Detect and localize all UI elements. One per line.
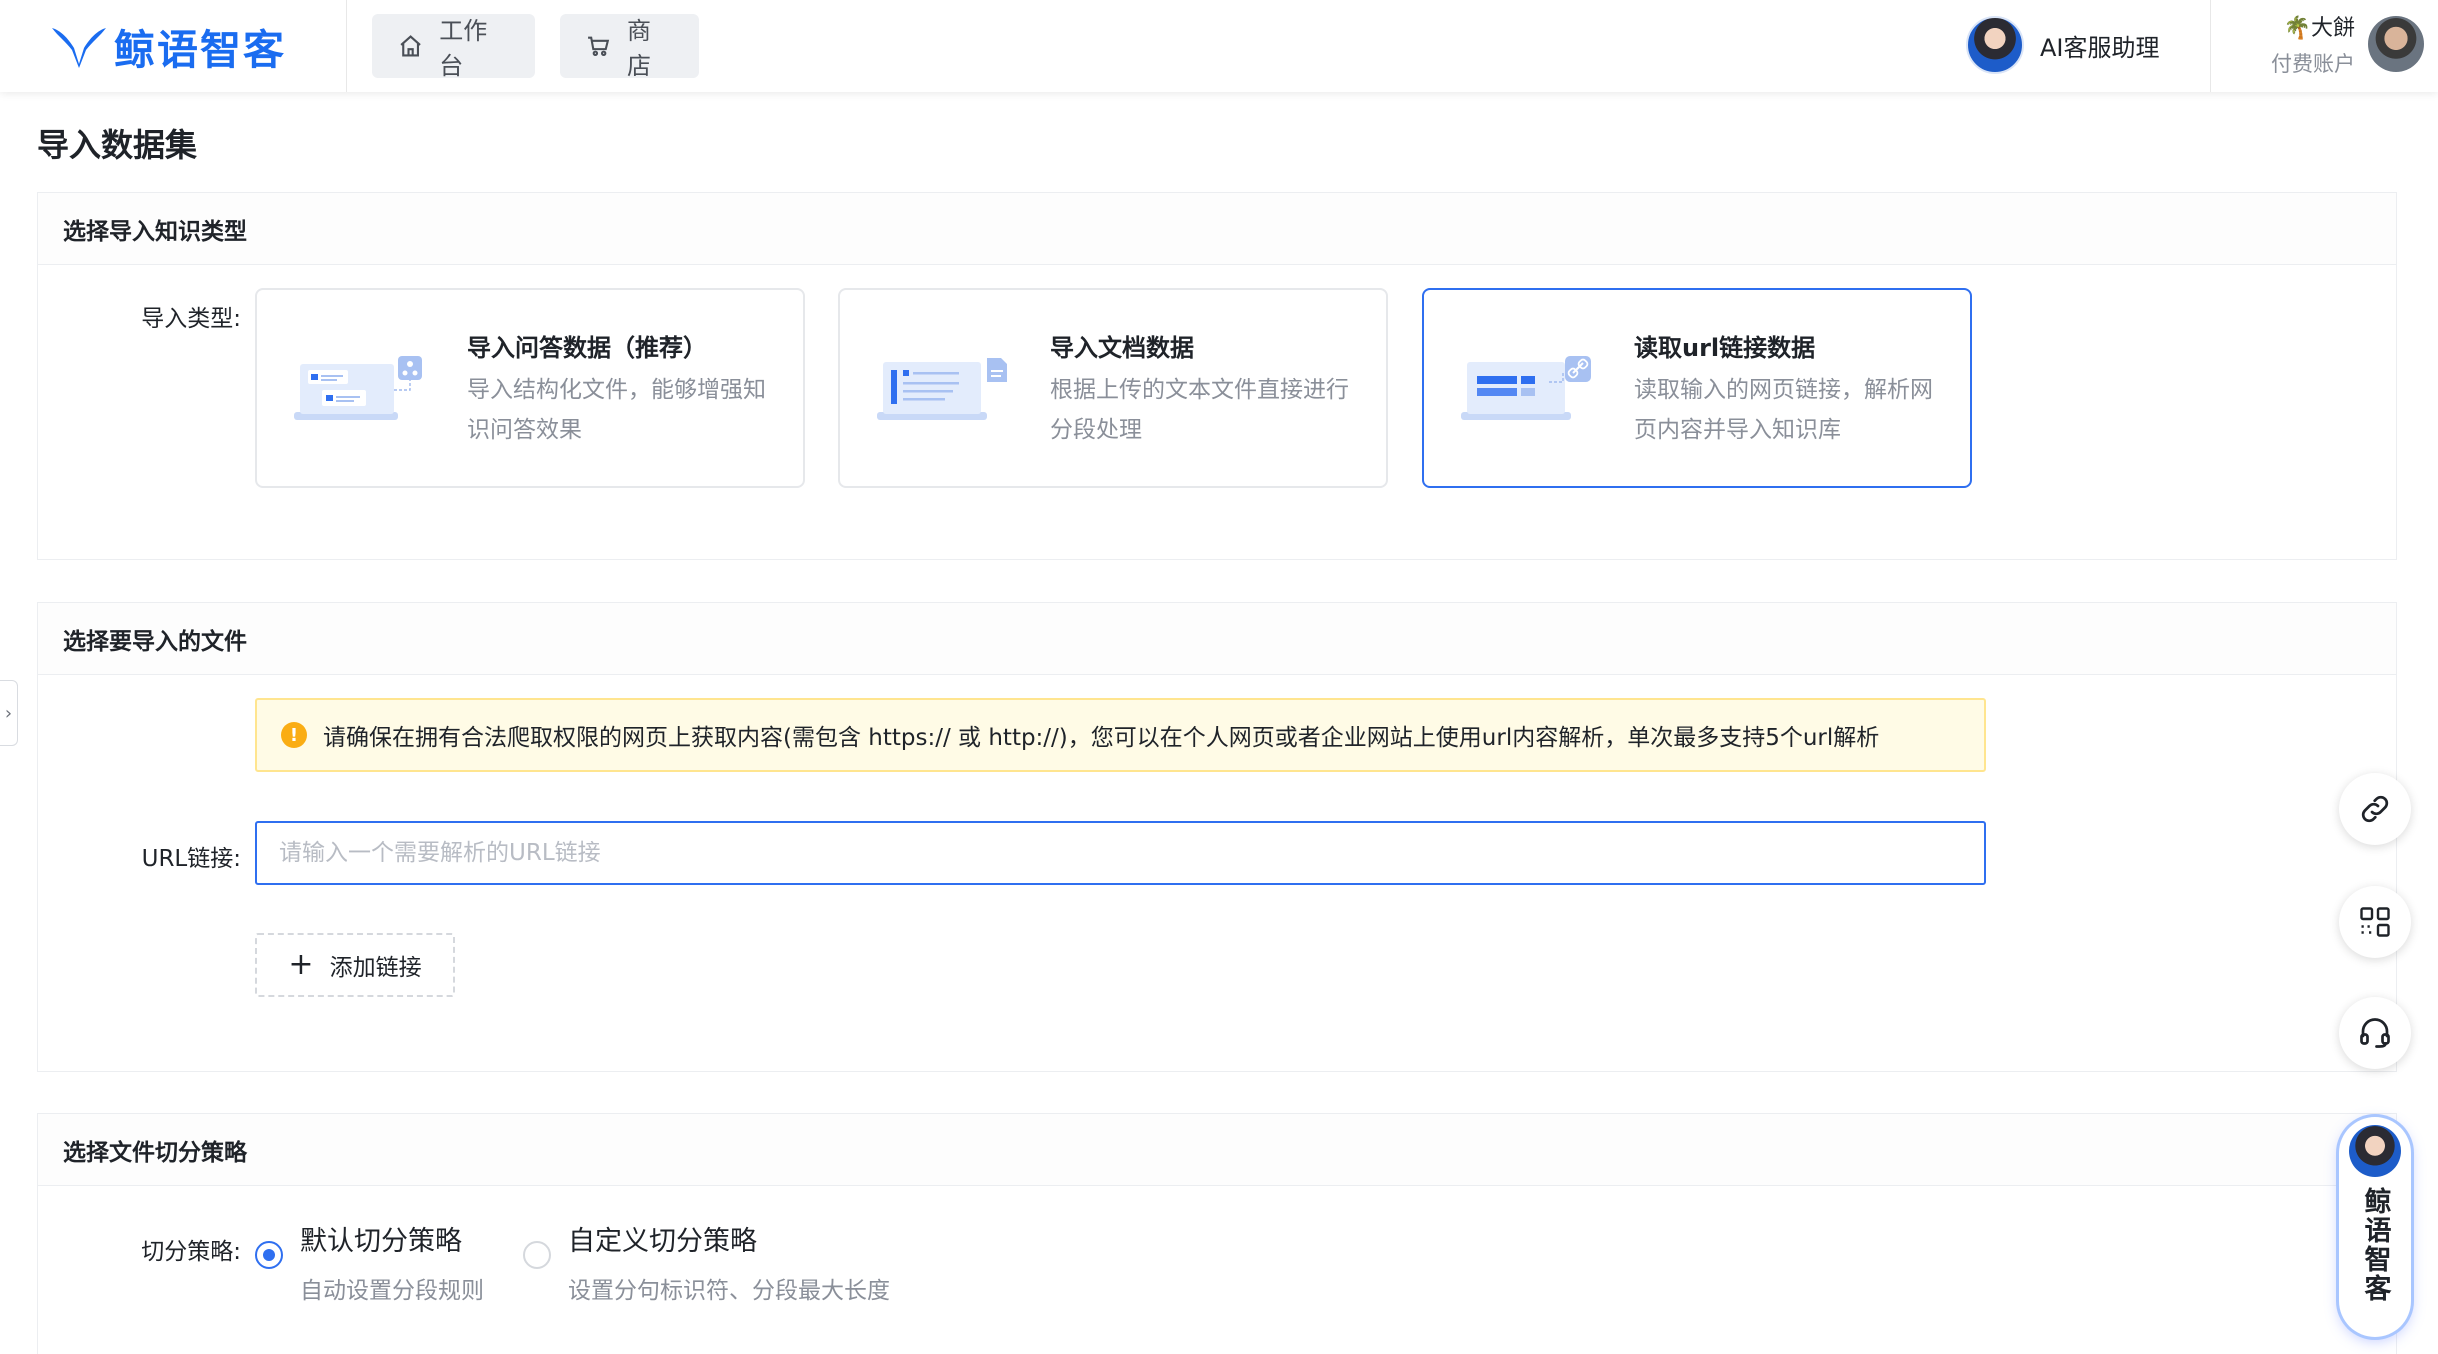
palm-tree-icon: 🌴 [2283,16,2311,41]
qrcode-float-button[interactable] [2339,886,2411,958]
header-divider [2210,0,2211,92]
document-data-illustration [877,358,1007,420]
ai-bot-launcher[interactable]: 鲸语智客 [2339,1117,2411,1337]
nav-workbench-label: 工作台 [439,17,488,80]
page-title: 导入数据集 [37,126,198,164]
cart-icon [588,36,610,56]
url-input[interactable] [255,821,1986,885]
link-icon [2361,795,2389,823]
import-type-label: 导入类型: [141,306,241,332]
card-title: 读取url链接数据 [1634,334,1816,362]
chevron-right-icon: › [4,702,13,724]
plus-icon: + [288,947,314,982]
brand-logo[interactable]: 鲸语智客 [0,0,347,92]
qa-data-illustration [294,356,422,420]
warning-icon: ! [281,722,307,748]
notice-text: 请确保在拥有合法爬取权限的网页上获取内容(需包含 https:// 或 http… [323,725,1880,751]
link-float-button[interactable] [2339,773,2411,845]
option-title: 默认切分策略 [300,1226,462,1257]
assistant-avatar [1966,16,2024,74]
split-strategy-label: 切分策略: [141,1239,241,1265]
import-type-card-url[interactable]: 读取url链接数据 读取输入的网页链接，解析网页内容并导入知识库 [1422,288,1972,488]
import-type-card-document[interactable]: 导入文档数据 根据上传的文本文件直接进行分段处理 [838,288,1388,488]
card-title: 导入问答数据（推荐） [467,334,707,362]
card-title: 导入文档数据 [1050,334,1194,362]
customer-service-float-button[interactable] [2339,997,2411,1069]
user-name-row: 🌴大餅 [2255,10,2355,42]
ai-assistant-entry[interactable]: AI客服助理 [1966,10,2160,80]
bot-label: 鲸语智客 [2359,1187,2391,1303]
card-desc: 导入结构化文件，能够增强知识问答效果 [467,377,766,443]
bot-avatar [2349,1125,2401,1177]
import-type-card-qa[interactable]: 导入问答数据（推荐） 导入结构化文件，能够增强知识问答效果 [255,288,805,488]
nav-shop-button[interactable]: 商店 [560,14,699,80]
import-type-section: 选择导入知识类型 导入类型: 导入问答数据（推荐） 导入结构化文件，能够增强知识… [37,192,2397,560]
option-desc: 自动设置分段规则 [300,1278,484,1304]
option-desc: 设置分句标识符、分段最大长度 [568,1278,890,1304]
top-header: 鲸语智客 工作台 商店 AI客服助理 🌴大餅 付费账户 [0,0,2438,92]
split-strategy-heading: 选择文件切分策略 [38,1114,2396,1186]
url-label: URL链接: [141,846,241,872]
home-icon [400,35,421,57]
select-file-section: 选择要导入的文件 ! 请确保在拥有合法爬取权限的网页上获取内容(需包含 http… [37,602,2397,1072]
headset-icon [2360,1018,2390,1048]
option-title: 自定义切分策略 [568,1226,757,1257]
add-link-label: 添加链接 [329,955,422,981]
url-data-illustration [1461,356,1591,420]
main-content: 导入数据集 选择导入知识类型 导入类型: 导入问答数据（推荐） 导入结构化文件，… [0,92,2438,1354]
import-type-heading: 选择导入知识类型 [38,193,2396,265]
radio-custom[interactable] [523,1241,551,1269]
user-name: 大餅 [2310,16,2355,41]
card-desc: 根据上传的文本文件直接进行分段处理 [1050,377,1349,443]
radio-default[interactable] [255,1241,283,1269]
qrcode-icon [2360,907,2390,937]
card-desc: 读取输入的网页链接，解析网页内容并导入知识库 [1634,377,1933,443]
whale-tail-icon [52,28,106,68]
user-tier: 付费账户 [2271,52,2355,76]
brand-name: 鲸语智客 [114,26,286,74]
add-link-button[interactable]: + 添加链接 [255,933,455,997]
nav-shop-label: 商店 [626,17,651,80]
split-strategy-section: 选择文件切分策略 切分策略: 默认切分策略 自动设置分段规则 自定义切分策略 设… [37,1113,2397,1354]
url-notice-banner: ! 请确保在拥有合法爬取权限的网页上获取内容(需包含 https:// 或 ht… [255,698,1986,772]
sidebar-expand-toggle[interactable]: › [0,680,18,746]
nav-workbench-button[interactable]: 工作台 [372,14,535,80]
user-info[interactable]: 🌴大餅 付费账户 [2255,10,2355,78]
select-file-heading: 选择要导入的文件 [38,603,2396,675]
user-avatar[interactable] [2368,16,2424,72]
assistant-label: AI客服助理 [2040,33,2160,62]
